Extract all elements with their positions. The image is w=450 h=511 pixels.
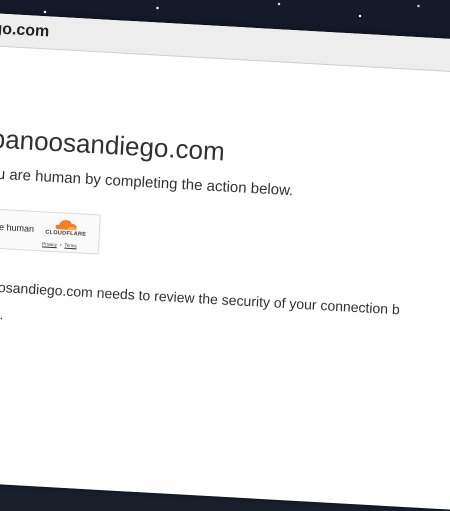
link-separator: • xyxy=(59,242,62,248)
cloudflare-links: Privacy • Terms xyxy=(42,241,77,248)
terms-link[interactable]: Terms xyxy=(64,243,77,249)
cloudflare-verification-widget[interactable]: y you are human CLOUDFLARE Privacy•Terms xyxy=(0,205,101,255)
page-title: itanbanoosandiego.com xyxy=(0,121,226,167)
security-notice: anoosandiego.com needs to review the sec… xyxy=(0,273,445,353)
cloudflare-logo: CLOUDFLARE xyxy=(38,217,93,244)
browser-window: iego.com itanbanoosandiego.com you are h… xyxy=(0,12,450,511)
verify-human-label: y you are human xyxy=(0,220,35,234)
address-text[interactable]: iego.com xyxy=(0,20,50,42)
cloudflare-wordmark: CLOUDFLARE xyxy=(45,229,87,238)
page-subtitle: you are human by completing the action b… xyxy=(0,164,294,200)
privacy-link[interactable]: Privacy xyxy=(42,241,57,247)
